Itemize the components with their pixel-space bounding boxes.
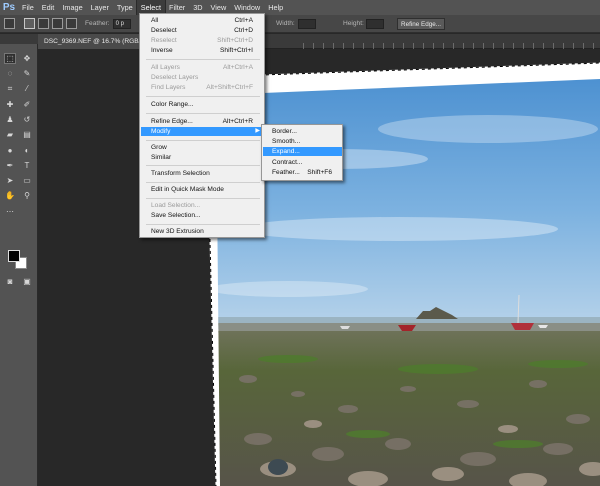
feather-input[interactable]: 0 p [112,18,131,29]
path-selection-icon[interactable]: ➤ [4,175,16,186]
intersect-selection-icon[interactable] [66,18,77,29]
menu-separator [146,224,260,225]
screen-mode-icon[interactable]: ▣ [21,276,33,287]
menu-edit[interactable]: Edit [38,0,59,15]
eraser-icon[interactable]: ▰ [4,129,16,140]
menu-item-save-selection[interactable]: Save Selection... [141,211,264,220]
height-label: Height: [343,20,364,27]
menu-item-all-layers: All Layers Alt+Ctrl+A [151,64,253,71]
history-brush-icon[interactable]: ↺ [21,114,33,125]
select-menu-dropdown: All Ctrl+A Deselect Ctrl+D Reselect Shift+C… [139,13,265,238]
menu-image[interactable]: Image [58,0,86,15]
width-input[interactable] [298,19,316,29]
menu-item-reselect: Reselect Shift+Ctrl+D [151,37,253,44]
menu-item-smooth[interactable]: Smooth... [263,137,342,146]
gradient-icon[interactable]: ▤ [21,129,33,140]
menu-separator [146,140,260,141]
edit-toolbar-icon[interactable]: ⋯ [4,206,16,217]
menu-separator [146,96,260,97]
quick-selection-icon[interactable]: ✎ [21,68,33,79]
feather-label: Feather: [85,20,110,27]
photoshop-logo: Ps [2,2,16,13]
menu-item-refine-edge[interactable]: Refine Edge... Alt+Ctrl+R [141,117,264,126]
menu-type[interactable]: Type [113,0,137,15]
menu-item-expand[interactable]: Expand... [263,147,342,156]
refine-edge-button[interactable]: Refine Edge... [397,18,445,30]
canvas-area[interactable] [38,49,600,486]
brush-icon[interactable]: ✐ [21,99,33,110]
menu-item-color-range[interactable]: Color Range... [141,100,264,109]
new-selection-icon[interactable] [24,18,35,29]
menu-item-inverse[interactable]: Inverse Shift+Ctrl+I [141,46,264,55]
menu-item-contract[interactable]: Contract... [263,158,342,167]
hand-icon[interactable]: ✋ [4,190,16,201]
menu-separator [146,165,260,166]
document-photo[interactable] [38,49,600,486]
menu-item-border[interactable]: Border... [263,127,342,136]
options-bar: Feather: 0 p Width: Height: Refine Edge.… [0,15,600,33]
zoom-icon[interactable]: ⚲ [21,190,33,201]
blur-icon[interactable]: ● [4,145,16,156]
rectangle-shape-icon[interactable]: ▭ [21,175,33,186]
menu-separator [146,113,260,114]
tools-panel: ⬚ ✥ ◌ ✎ ⌗ ⁄ ✚ ✐ ♟ ↺ ▰ ▤ ● ◐ ✒ T ➤ ▭ ✋ ⚲ … [0,44,38,486]
menu-item-load-selection: Load Selection... [151,202,201,209]
submenu-arrow-icon: ▶ [255,128,260,134]
document-tab[interactable]: DSC_9369.NEF @ 16.7% (RGB/8 [38,34,151,49]
toolbar-header [0,34,38,44]
rectangular-marquee-icon[interactable]: ⬚ [4,53,16,64]
menu-item-modify[interactable]: Modify ▶ [141,127,264,136]
type-icon[interactable]: T [21,160,33,171]
lasso-icon[interactable]: ◌ [4,68,16,79]
menu-item-find-layers: Find Layers Alt+Shift+Ctrl+F [151,84,253,91]
menu-layer[interactable]: Layer [87,0,113,15]
marquee-preset-icon[interactable] [4,18,15,29]
crop-icon[interactable]: ⌗ [4,83,16,94]
menu-item-feather[interactable]: Feather... Shift+F6 [263,168,342,177]
menu-item-transform-selection[interactable]: Transform Selection [141,169,264,178]
dodge-icon[interactable]: ◐ [21,145,33,156]
clone-stamp-icon[interactable]: ♟ [4,114,16,125]
menu-item-similar[interactable]: Similar [141,153,264,162]
pen-icon[interactable]: ✒ [4,160,16,171]
menu-item-deselect-layers: Deselect Layers [151,74,199,81]
menu-item-deselect[interactable]: Deselect Ctrl+D [141,26,264,35]
height-input[interactable] [366,19,384,29]
modify-submenu: Border... Smooth... Expand... Contract..… [261,124,343,181]
menu-item-all[interactable]: All Ctrl+A [141,16,264,25]
foreground-color-swatch[interactable] [8,250,20,262]
add-selection-icon[interactable] [38,18,49,29]
menu-help[interactable]: Help [264,0,287,15]
subtract-selection-icon[interactable] [52,18,63,29]
menu-separator [146,182,260,183]
menu-separator [146,198,260,199]
menu-bar: Ps File Edit Image Layer Type Select Fil… [0,0,600,16]
spot-healing-icon[interactable]: ✚ [4,99,16,110]
menu-item-new-3d-extrusion[interactable]: New 3D Extrusion [141,227,264,236]
menu-item-quick-mask[interactable]: Edit in Quick Mask Mode [141,185,264,194]
width-label: Width: [276,20,295,27]
menu-file[interactable]: File [18,0,38,15]
menu-item-grow[interactable]: Grow [141,143,264,152]
move-icon[interactable]: ✥ [21,53,33,64]
quick-mask-icon[interactable]: ◙ [4,276,16,287]
document-tab-bar: DSC_9369.NEF @ 16.7% (RGB/8 [38,34,600,49]
menu-separator [146,59,260,60]
eyedropper-icon[interactable]: ⁄ [21,83,33,94]
